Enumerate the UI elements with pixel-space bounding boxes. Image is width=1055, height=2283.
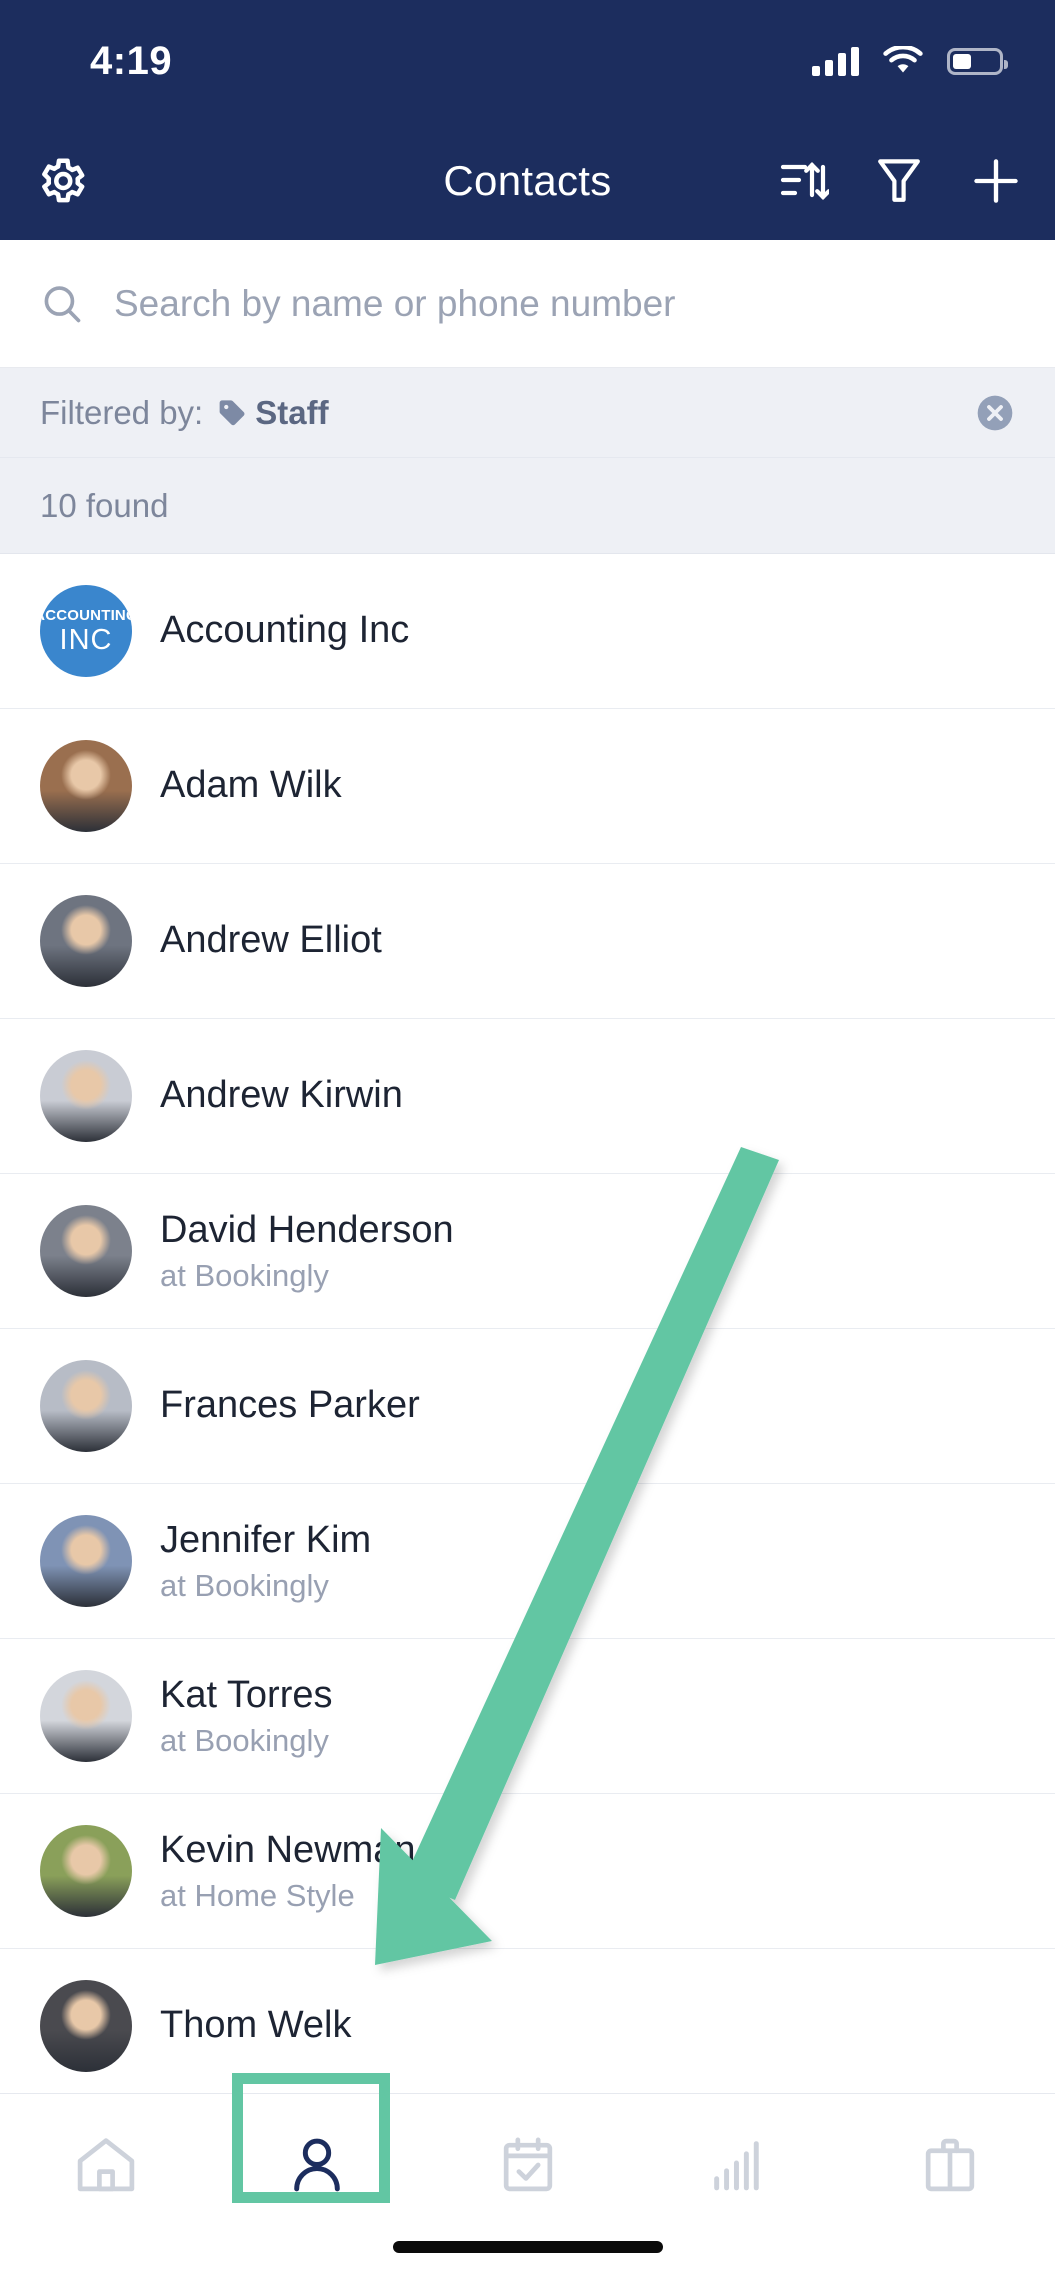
avatar	[40, 1670, 132, 1762]
funnel-filter-icon[interactable]	[875, 155, 923, 207]
contact-subtitle: at Home Style	[160, 1878, 355, 1914]
contacts-list: ACCOUNTINGINC Accounting Inc Adam Wilk Andr…	[0, 554, 1055, 2104]
avatar	[40, 1360, 132, 1452]
tag-icon	[217, 398, 247, 428]
nav-actions	[777, 154, 1023, 208]
avatar	[40, 895, 132, 987]
contact-row-text: Frances Parker	[160, 1384, 420, 1428]
avatar: ACCOUNTINGINC	[40, 585, 132, 677]
contact-row-text: Kevin Newman at Home Style	[160, 1829, 416, 1914]
calendar-check-icon	[503, 2137, 552, 2192]
contact-row-text: Thom Welk	[160, 2004, 351, 2048]
avatar-initials-line2: INC	[59, 623, 113, 656]
phone-screen: 4:19 Contacts Search by name or phone nu…	[0, 0, 1055, 2283]
contact-row[interactable]: David Henderson at Bookingly	[0, 1174, 1055, 1329]
contact-row-text: Jennifer Kim at Bookingly	[160, 1519, 371, 1604]
result-count: 10 found	[40, 486, 169, 524]
contact-row-text: Andrew Kirwin	[160, 1074, 403, 1118]
contact-subtitle: at Bookingly	[160, 1723, 329, 1759]
contact-row-text: Kat Torres at Bookingly	[160, 1674, 332, 1759]
contact-row[interactable]: Jennifer Kim at Bookingly	[0, 1484, 1055, 1639]
avatar-initials-line1: ACCOUNTING	[40, 606, 132, 624]
home-indicator	[392, 2241, 663, 2253]
status-bar: 4:19	[0, 0, 1055, 122]
battery-icon	[947, 47, 1008, 75]
gear-icon[interactable]	[34, 154, 88, 208]
contact-name: Kevin Newman	[160, 1828, 416, 1871]
bar-chart-icon	[713, 2141, 759, 2191]
contact-name: Andrew Elliot	[160, 919, 382, 962]
tab-reports[interactable]	[633, 2132, 844, 2198]
status-bar-indicators	[812, 46, 1008, 76]
sort-icon[interactable]	[777, 155, 829, 207]
contact-row[interactable]: Frances Parker	[0, 1329, 1055, 1484]
contact-name: Kat Torres	[160, 1673, 333, 1716]
tab-business[interactable]	[844, 2132, 1055, 2198]
filter-tag-value: Staff	[255, 393, 329, 431]
contact-row[interactable]: Kat Torres at Bookingly	[0, 1639, 1055, 1794]
search-bar[interactable]: Search by name or phone number	[0, 240, 1055, 368]
contact-name: Andrew Kirwin	[160, 1074, 403, 1117]
clear-filter-icon[interactable]	[975, 393, 1015, 433]
contact-row[interactable]: Andrew Kirwin	[0, 1019, 1055, 1174]
tab-contacts[interactable]	[211, 2132, 422, 2198]
bottom-tab-bar	[0, 2093, 1055, 2283]
avatar	[40, 1825, 132, 1917]
result-count-row: 10 found	[0, 458, 1055, 553]
briefcase-icon	[925, 2138, 974, 2192]
contact-name: Thom Welk	[160, 2004, 352, 2047]
home-icon	[77, 2138, 134, 2192]
contact-name: Jennifer Kim	[160, 1518, 372, 1561]
avatar	[40, 1515, 132, 1607]
contact-row-text: Andrew Elliot	[160, 919, 382, 963]
avatar	[40, 1980, 132, 2072]
wifi-icon	[883, 46, 923, 73]
contact-row[interactable]: ACCOUNTINGINC Accounting Inc	[0, 554, 1055, 709]
tab-home[interactable]	[0, 2132, 211, 2198]
filtered-by-label: Filtered by:	[40, 393, 204, 431]
person-icon	[293, 2138, 340, 2192]
filtered-by-row: Filtered by: Staff	[0, 368, 1055, 458]
filter-banner: Filtered by: Staff 10 found	[0, 368, 1055, 554]
plus-icon[interactable]	[969, 154, 1023, 208]
status-bar-time: 4:19	[90, 38, 173, 83]
contact-row-text: Accounting Inc	[160, 609, 409, 653]
contact-subtitle: at Bookingly	[160, 1258, 329, 1294]
tab-calendar[interactable]	[422, 2132, 633, 2198]
contact-row[interactable]: Kevin Newman at Home Style	[0, 1794, 1055, 1949]
contact-name: Adam Wilk	[160, 764, 342, 807]
contact-row[interactable]: Thom Welk	[0, 1949, 1055, 2104]
contact-name: Frances Parker	[160, 1384, 420, 1427]
avatar	[40, 740, 132, 832]
search-icon	[44, 285, 81, 322]
navigation-bar: Contacts	[0, 122, 1055, 240]
search-input[interactable]: Search by name or phone number	[114, 283, 676, 325]
contact-row[interactable]: Andrew Elliot	[0, 864, 1055, 1019]
avatar	[40, 1205, 132, 1297]
contact-row-text: David Henderson at Bookingly	[160, 1209, 454, 1294]
avatar	[40, 1050, 132, 1142]
contact-subtitle: at Bookingly	[160, 1568, 329, 1604]
contact-row-text: Adam Wilk	[160, 764, 342, 808]
contact-name: David Henderson	[160, 1208, 454, 1251]
contact-name: Accounting Inc	[160, 609, 410, 652]
cellular-signal-icon	[812, 46, 859, 76]
contact-row[interactable]: Adam Wilk	[0, 709, 1055, 864]
